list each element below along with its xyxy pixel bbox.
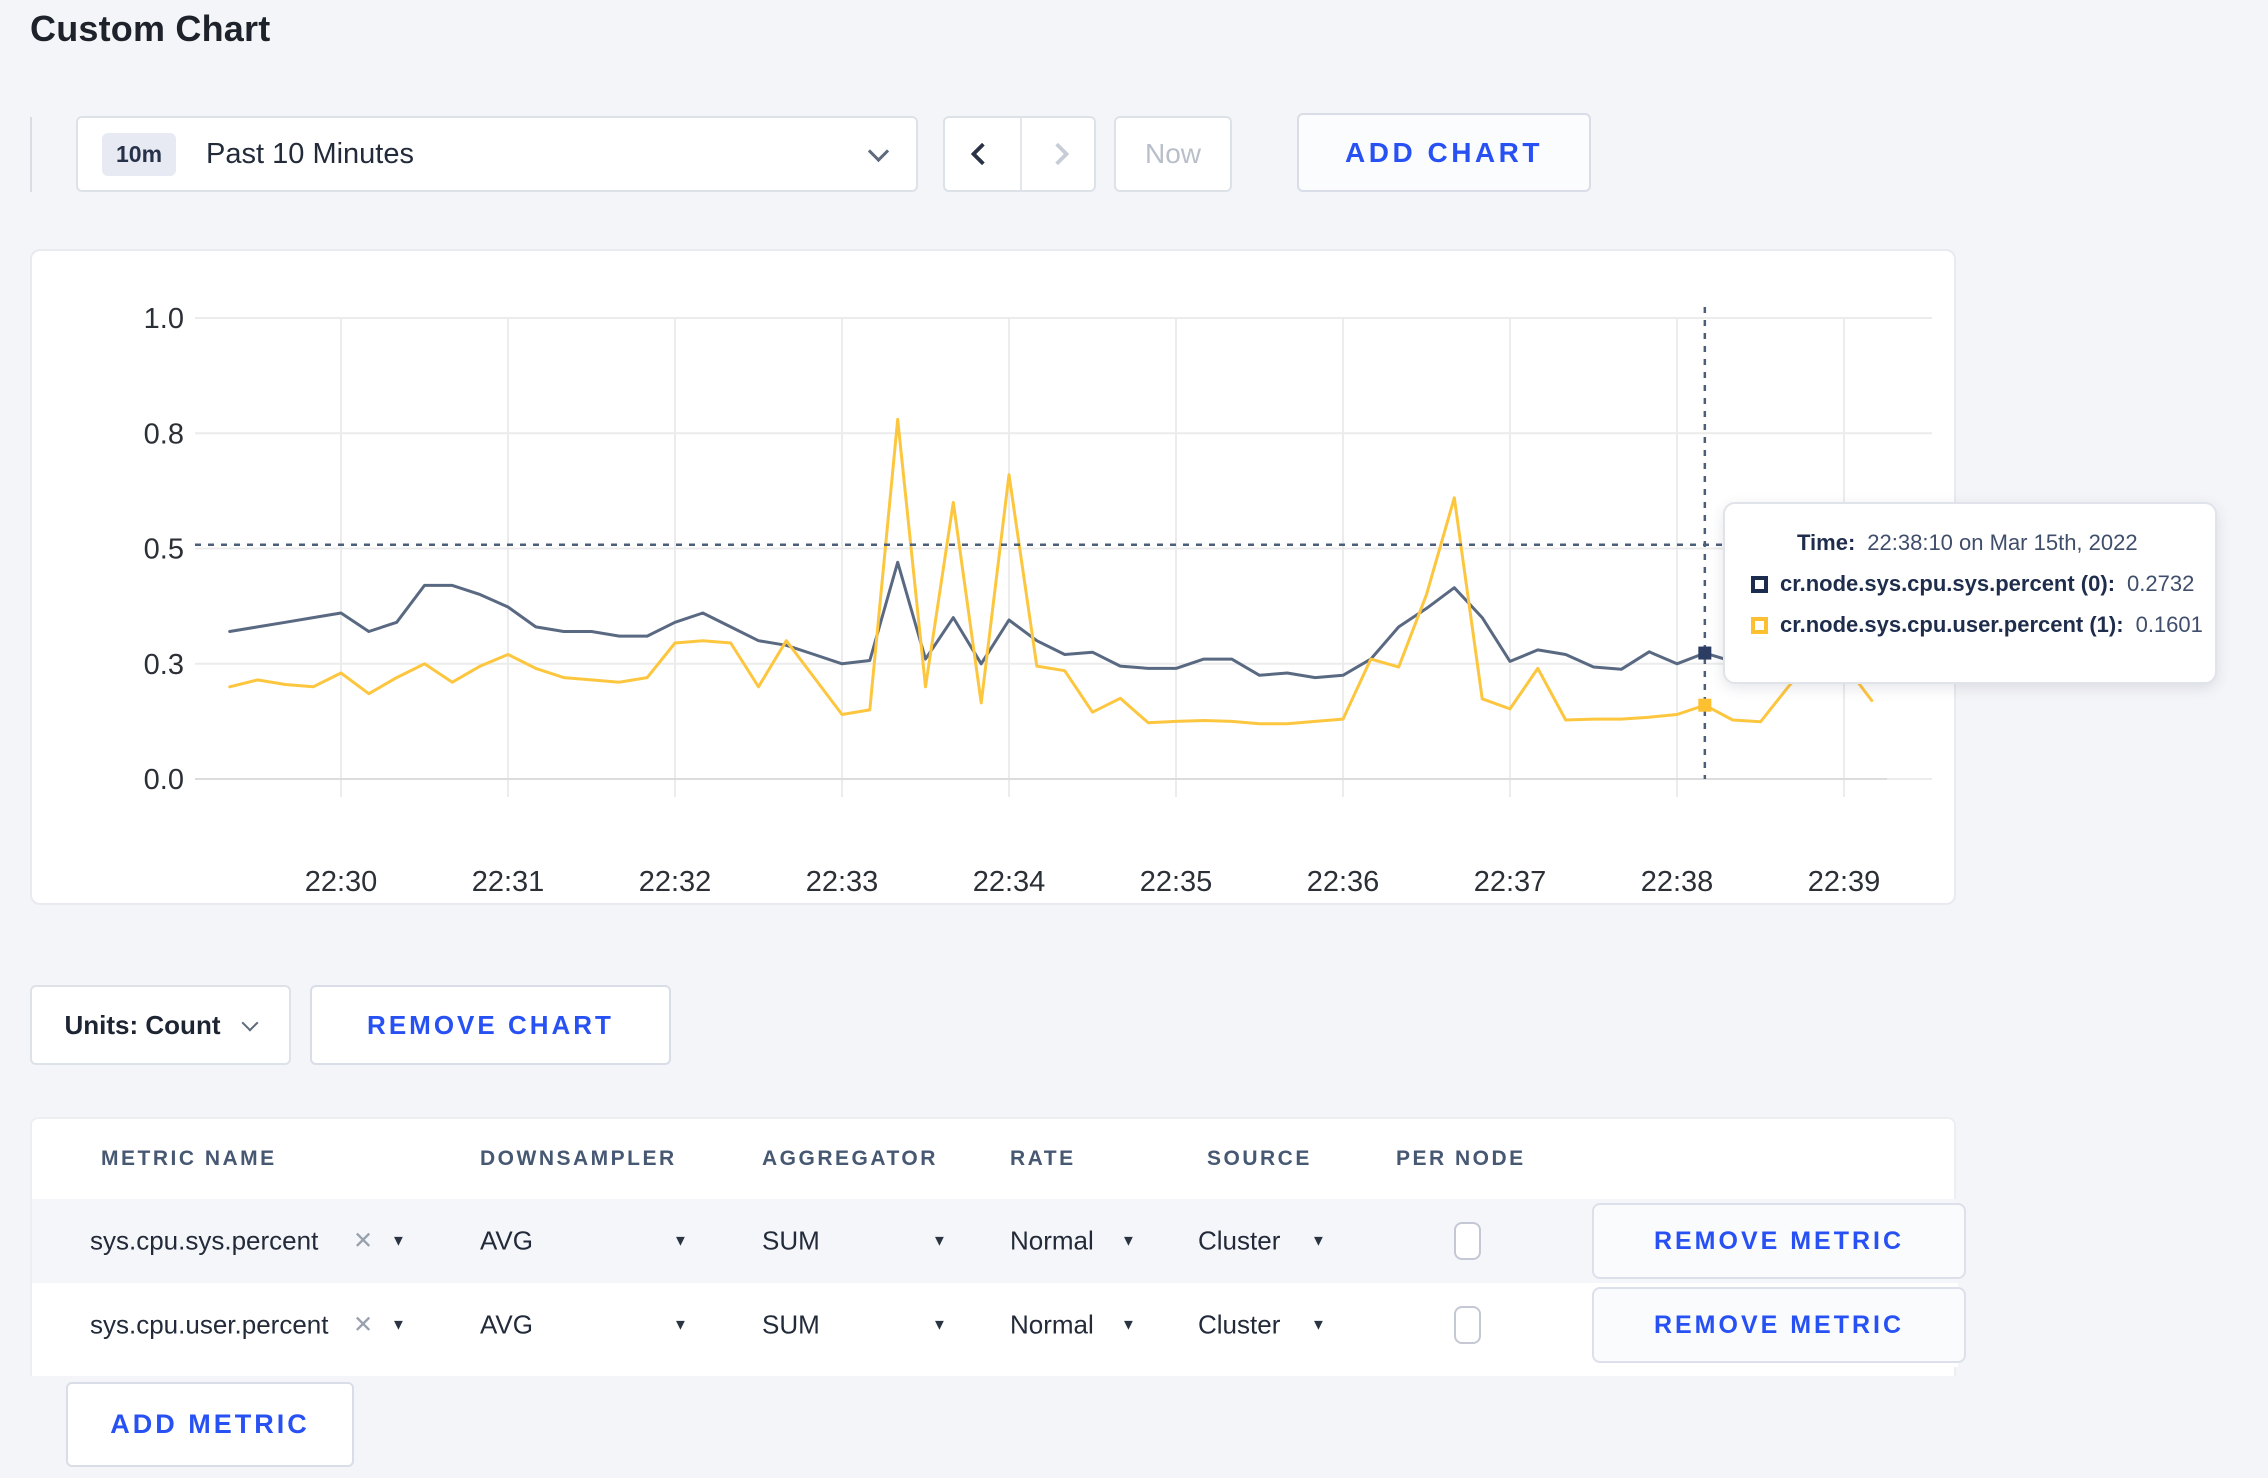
- metrics-table: METRIC NAME DOWNSAMPLER AGGREGATOR RATE …: [30, 1117, 1966, 1376]
- column-header-metric-name: METRIC NAME: [101, 1147, 277, 1170]
- metric-name-caret-icon[interactable]: ▼: [391, 1317, 406, 1334]
- tooltip-series-value: 0.1601: [2135, 612, 2203, 637]
- metric-row: sys.cpu.sys.percent ✕ ▼ AVG ▼ SUM ▼ Norm…: [32, 1199, 1966, 1283]
- downsampler-select[interactable]: AVG: [480, 1310, 533, 1341]
- source-caret-icon[interactable]: ▼: [1311, 1317, 1326, 1334]
- tooltip-series-label: cr.node.sys.cpu.sys.percent (0):: [1780, 571, 2116, 596]
- svg-text:22:31: 22:31: [472, 866, 545, 898]
- chart-panel: 1.0 0.8 0.5 0.3 0.0 22:30 22:31 22:32 22:33 22:34…: [30, 249, 1956, 905]
- rate-caret-icon[interactable]: ▼: [1121, 1233, 1136, 1250]
- chart-tooltip: Time: 22:38:10 on Mar 15th, 2022 cr.node…: [1723, 502, 2217, 684]
- aggregator-caret-icon[interactable]: ▼: [932, 1233, 947, 1250]
- add-metric-button[interactable]: ADD METRIC: [66, 1382, 354, 1467]
- custom-chart[interactable]: 1.0 0.8 0.5 0.3 0.0 22:30 22:31 22:32 22:33 22:34…: [32, 251, 1954, 903]
- yellow-series-swatch-icon: [1751, 616, 1768, 634]
- svg-text:0.5: 0.5: [144, 534, 184, 566]
- source-select[interactable]: Cluster: [1198, 1310, 1280, 1341]
- source-select[interactable]: Cluster: [1198, 1226, 1280, 1257]
- column-header-rate: RATE: [1010, 1147, 1076, 1170]
- svg-text:22:34: 22:34: [973, 866, 1046, 898]
- tooltip-series-row: cr.node.sys.cpu.sys.percent (0): 0.2732: [1751, 571, 2195, 597]
- tooltip-series-label: cr.node.sys.cpu.user.percent (1):: [1780, 612, 2124, 637]
- per-node-checkbox[interactable]: [1454, 1222, 1481, 1260]
- source-caret-icon[interactable]: ▼: [1311, 1233, 1326, 1250]
- units-label: Units: Count: [64, 1009, 221, 1040]
- tooltip-time-label: Time:: [1797, 530, 1856, 555]
- svg-text:0.8: 0.8: [144, 418, 184, 450]
- downsampler-caret-icon[interactable]: ▼: [673, 1317, 688, 1334]
- aggregator-caret-icon[interactable]: ▼: [932, 1317, 947, 1334]
- metric-name-caret-icon[interactable]: ▼: [391, 1233, 406, 1250]
- tooltip-time-value: 22:38:10 on Mar 15th, 2022: [1867, 530, 2138, 555]
- clear-metric-icon[interactable]: ✕: [353, 1227, 373, 1256]
- remove-chart-button[interactable]: REMOVE CHART: [310, 985, 671, 1065]
- downsampler-caret-icon[interactable]: ▼: [673, 1233, 688, 1250]
- svg-text:22:38: 22:38: [1641, 866, 1714, 898]
- svg-text:22:35: 22:35: [1140, 866, 1213, 898]
- rate-select[interactable]: Normal: [1010, 1226, 1094, 1257]
- svg-text:22:36: 22:36: [1307, 866, 1380, 898]
- svg-text:1.0: 1.0: [144, 303, 184, 335]
- svg-text:22:33: 22:33: [806, 866, 879, 898]
- remove-metric-button[interactable]: REMOVE METRIC: [1592, 1203, 1966, 1279]
- toolbar-divider: [30, 117, 32, 192]
- chevron-down-icon: [867, 140, 890, 162]
- metric-row: sys.cpu.user.percent ✕ ▼ AVG ▼ SUM ▼ Nor…: [32, 1283, 1966, 1367]
- rate-select[interactable]: Normal: [1010, 1310, 1094, 1341]
- metric-name-value[interactable]: sys.cpu.sys.percent: [90, 1226, 318, 1257]
- time-range-nav: [943, 116, 1096, 192]
- column-header-source: SOURCE: [1207, 1147, 1312, 1170]
- svg-text:0.0: 0.0: [144, 764, 184, 796]
- time-range-dropdown[interactable]: 10m Past 10 Minutes: [76, 116, 918, 192]
- downsampler-select[interactable]: AVG: [480, 1226, 533, 1257]
- metric-name-value[interactable]: sys.cpu.user.percent: [90, 1310, 328, 1341]
- tooltip-series-value: 0.2732: [2127, 571, 2195, 596]
- svg-text:22:37: 22:37: [1474, 866, 1547, 898]
- add-chart-button[interactable]: ADD CHART: [1297, 113, 1591, 192]
- now-button[interactable]: Now: [1114, 116, 1232, 192]
- page-title: Custom Chart: [30, 8, 271, 49]
- aggregator-select[interactable]: SUM: [762, 1226, 820, 1257]
- per-node-checkbox[interactable]: [1454, 1306, 1481, 1344]
- units-dropdown[interactable]: Units: Count: [30, 985, 291, 1065]
- time-range-label: Past 10 Minutes: [206, 137, 414, 170]
- chevron-down-icon: [241, 1014, 259, 1032]
- svg-text:22:39: 22:39: [1808, 866, 1881, 898]
- column-header-downsampler: DOWNSAMPLER: [480, 1147, 677, 1170]
- chevron-right-icon: [1046, 142, 1070, 166]
- column-header-aggregator: AGGREGATOR: [762, 1147, 938, 1170]
- svg-text:0.3: 0.3: [144, 649, 184, 681]
- column-header-per-node: PER NODE: [1396, 1147, 1526, 1170]
- remove-metric-button[interactable]: REMOVE METRIC: [1592, 1287, 1966, 1363]
- rate-caret-icon[interactable]: ▼: [1121, 1317, 1136, 1334]
- aggregator-select[interactable]: SUM: [762, 1310, 820, 1341]
- chevron-left-icon: [970, 142, 994, 166]
- tooltip-series-row: cr.node.sys.cpu.user.percent (1): 0.1601: [1751, 612, 2203, 638]
- next-range-button[interactable]: [1019, 118, 1095, 190]
- time-range-badge: 10m: [102, 132, 177, 176]
- prev-range-button[interactable]: [945, 118, 1020, 190]
- navy-series-swatch-icon: [1751, 575, 1768, 593]
- svg-text:22:32: 22:32: [639, 866, 712, 898]
- clear-metric-icon[interactable]: ✕: [353, 1311, 373, 1340]
- tooltip-time-row: Time: 22:38:10 on Mar 15th, 2022: [1751, 530, 2195, 556]
- svg-text:22:30: 22:30: [305, 866, 378, 898]
